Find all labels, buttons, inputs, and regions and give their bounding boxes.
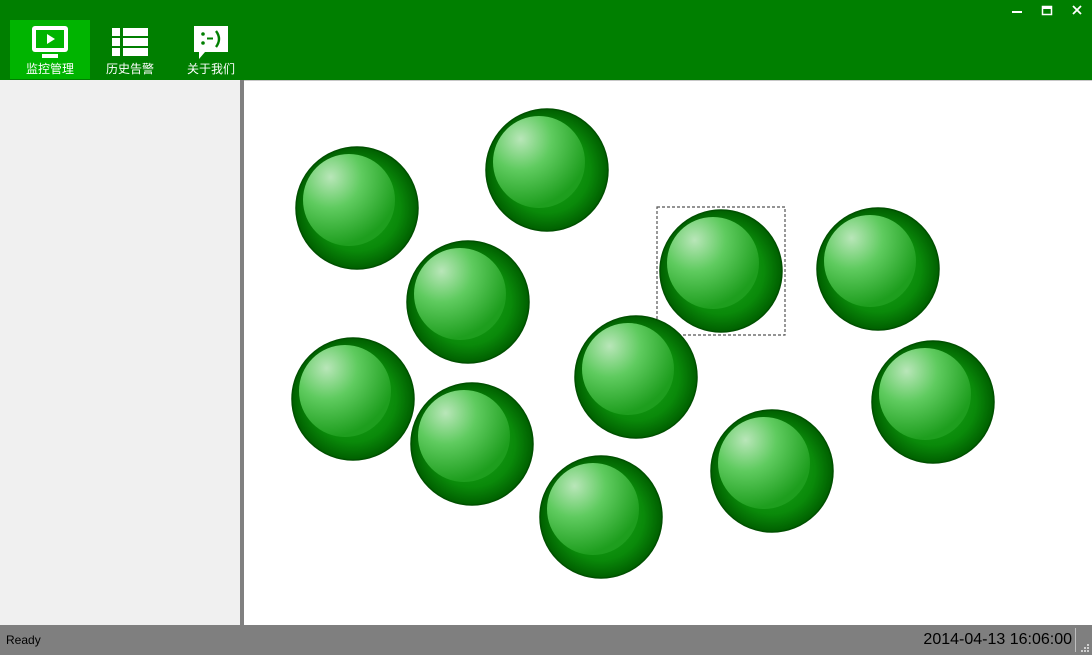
monitor-node[interactable] [485,108,609,232]
about-us-button[interactable]: 关于我们 [171,20,251,79]
maximize-button[interactable] [1036,2,1058,20]
history-alarm-label: 历史告警 [105,62,154,76]
monitor-node[interactable] [406,240,530,364]
monitor-node[interactable] [816,207,940,331]
monitor-node-layer [291,108,995,579]
monitor-canvas [244,80,1092,625]
status-datetime: 2014-04-13 16:06:00 [923,631,1072,648]
status-separator [1075,628,1076,652]
list-icon [112,28,148,56]
monitor-node[interactable] [295,146,419,270]
monitor-node[interactable] [871,340,995,464]
minimize-icon [1012,11,1022,13]
maximize-icon [1041,5,1053,16]
monitor-node[interactable] [659,209,783,333]
monitor-management-label: 监控管理 [25,62,74,76]
close-button[interactable] [1066,2,1088,20]
sidebar-panel [0,80,240,625]
monitor-node[interactable] [539,455,663,579]
minimize-button[interactable] [1006,2,1028,20]
close-icon [1072,5,1082,15]
monitor-node[interactable] [574,315,698,439]
monitor-node[interactable] [291,337,415,461]
monitor-node[interactable] [710,409,834,533]
history-alarm-button[interactable]: 历史告警 [90,20,170,79]
about-us-label: 关于我们 [186,62,235,76]
monitor-node[interactable] [410,382,534,506]
monitor-icon [32,26,68,58]
resize-grip-icon[interactable] [1080,643,1090,653]
main-toolbar: 监控管理 历史告警 关于我们 [0,0,1092,80]
monitor-management-button[interactable]: 监控管理 [10,20,90,79]
smiley-chat-icon [194,26,228,59]
status-bar: Ready 2014-04-13 16:06:00 [0,625,1092,655]
status-text: Ready [6,633,41,647]
